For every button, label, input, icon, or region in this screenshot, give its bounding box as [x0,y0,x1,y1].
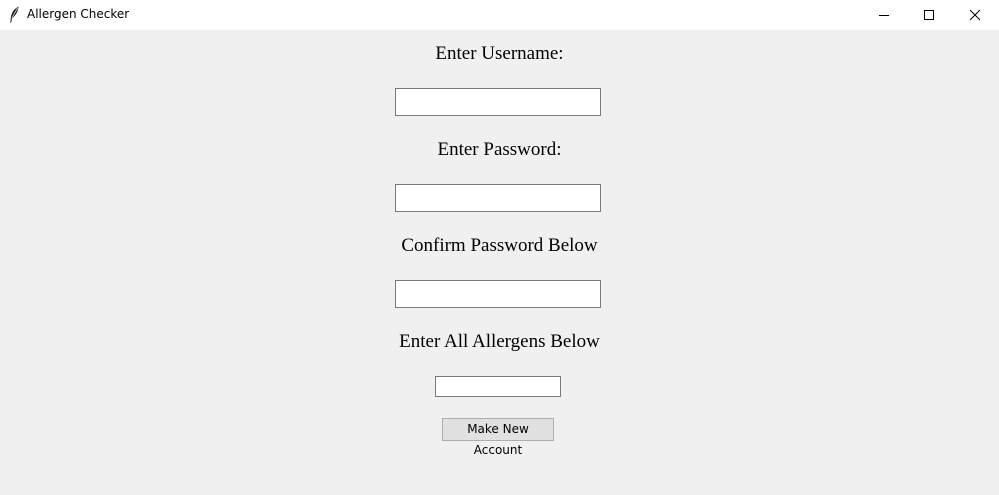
username-label: Enter Username: [435,43,564,64]
allergens-input[interactable] [435,376,561,397]
maximize-icon [924,10,934,20]
password-input[interactable] [395,184,601,212]
window-title: Allergen Checker [27,7,130,21]
minimize-button[interactable] [861,0,907,30]
confirm-password-input[interactable] [395,280,601,308]
close-icon [969,9,981,21]
minimize-icon [879,15,889,16]
username-input[interactable] [395,88,601,116]
allergens-label: Enter All Allergens Below [399,331,600,352]
feather-icon [8,6,20,23]
maximize-button[interactable] [906,0,952,30]
make-new-account-button[interactable]: Make New Account [442,418,554,457]
password-label: Enter Password: [437,139,562,160]
confirm-password-label: Confirm Password Below [401,235,598,256]
title-bar: Allergen Checker [0,0,999,30]
close-button[interactable] [952,0,998,30]
